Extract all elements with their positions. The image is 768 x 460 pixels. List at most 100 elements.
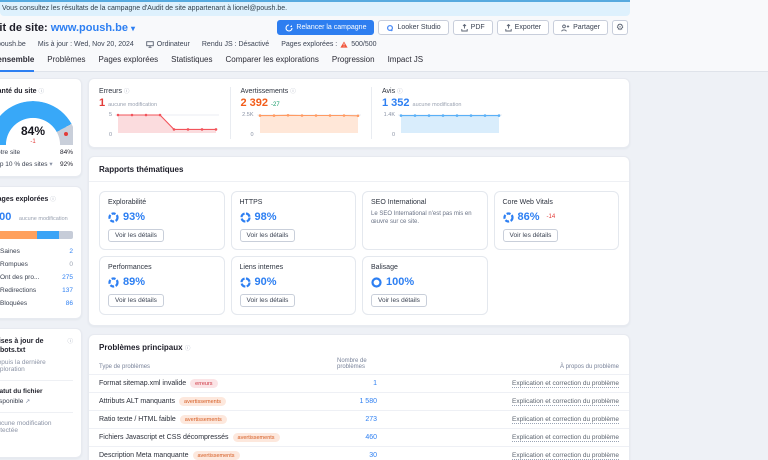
page-title: Audit de site: www.poush.be ▾ (0, 22, 135, 34)
person-plus-icon (561, 24, 570, 32)
kpi-erreurs: Erreurs ⓘ 1 aucune modification 50 (89, 87, 230, 139)
bar-segment (37, 231, 59, 239)
legend-row-rompues: Rompues 0 (0, 258, 73, 271)
tab-statistiques[interactable]: Statistiques (171, 55, 212, 72)
robots-status-label: Statut du fichier (0, 388, 73, 395)
meta-row: poush.be Mis à jour : Wed, Nov 20, 2024 … (0, 41, 377, 48)
issue-about-link[interactable]: Explication et correction du problème (512, 416, 619, 424)
issue-row-sitemap: Format sitemap.xml invalideerreurs 1 Exp… (89, 374, 629, 392)
donut-icon (240, 277, 251, 288)
avertissements-delta: -27 (271, 102, 280, 108)
meta-device: Ordinateur (146, 41, 190, 48)
info-icon[interactable]: ⓘ (397, 89, 403, 95)
top-issues-title: Problèmes principaux ⓘ (89, 343, 629, 352)
info-icon[interactable]: ⓘ (185, 346, 191, 352)
robots-status-link[interactable]: Disponible ↗ (0, 398, 73, 405)
bar-segment (0, 231, 37, 239)
voir-les-details-button[interactable]: Voir les détails (240, 229, 296, 242)
sidebar: Santé du site ⓘ 84% -1 Votre site 84% To… (0, 78, 82, 458)
issue-count-link[interactable]: 1 580 (297, 398, 377, 405)
tab-impact-js[interactable]: Impact JS (388, 55, 424, 72)
issue-about-link[interactable]: Explication et correction du problème (512, 434, 619, 442)
robots-note: Aucune modification détectée (0, 420, 73, 434)
sparkline-chart (398, 112, 502, 138)
bar-segment (59, 231, 73, 239)
voir-les-details-button[interactable]: Voir les détails (503, 229, 559, 242)
export-icon (461, 24, 468, 32)
severity-badge: avertissements (233, 433, 280, 442)
gauge-score: 84% (0, 124, 73, 138)
issue-row-meta: Description Meta manquanteavertissements… (89, 446, 629, 460)
divider (0, 380, 73, 381)
voir-les-details-button[interactable]: Voir les détails (108, 294, 164, 307)
tab-pages-explorees[interactable]: Pages explorées (99, 55, 159, 72)
erreurs-value[interactable]: 1 (99, 97, 105, 109)
report-liens-internes: Liens internes 90% Voir les détails (231, 256, 357, 315)
relaunch-campaign-button[interactable]: Relancer la campagne (277, 20, 374, 35)
chevron-down-icon[interactable]: ▾ (131, 24, 135, 33)
site-audit-screen: Vous consultez les résultats de la campa… (0, 0, 768, 460)
robots-txt-card: Mises à jour de robots.txt ⓘ Depuis la d… (0, 328, 82, 458)
thematic-reports-card: Rapports thématiques Explorabilité 93% V… (88, 156, 630, 326)
voir-les-details-button[interactable]: Voir les détails (371, 294, 427, 307)
legend-row-problemes: Ont des pro... 275 (0, 271, 73, 284)
issue-about-link[interactable]: Explication et correction du problème (512, 380, 619, 388)
info-icon[interactable]: ⓘ (50, 197, 56, 203)
info-icon[interactable]: ⓘ (39, 89, 45, 95)
issue-row-jscss: Fichiers Javascript et CSS décompressésa… (89, 428, 629, 446)
site-health-title: Santé du site ⓘ (0, 87, 73, 95)
export-button[interactable]: Exporter (497, 20, 549, 35)
issue-count-link[interactable]: 460 (297, 434, 377, 441)
share-button[interactable]: Partager (553, 20, 608, 35)
thematic-reports-title: Rapports thématiques (89, 165, 629, 182)
meta-js-rendering: Rendu JS : Désactivé (202, 41, 269, 48)
issue-about-link[interactable]: Explication et correction du problème (512, 398, 619, 406)
tab-problemes[interactable]: Problèmes (47, 55, 85, 72)
issue-count-link[interactable]: 30 (297, 452, 377, 459)
donut-icon (240, 212, 251, 223)
issue-about-link[interactable]: Explication et correction du problème (512, 452, 619, 460)
gear-icon: ⚙ (616, 22, 624, 33)
kpi-card: Erreurs ⓘ 1 aucune modification 50 Avert… (88, 78, 630, 148)
pdf-button[interactable]: PDF (453, 20, 493, 35)
info-icon[interactable]: ⓘ (124, 89, 130, 95)
donut-icon (108, 277, 119, 288)
severity-badge: avertissements (179, 397, 226, 406)
thematic-reports-grid: Explorabilité 93% Voir les détails HTTPS… (99, 191, 619, 315)
pages-stacked-bar (0, 231, 73, 239)
erreurs-sparkline: 50 (99, 112, 220, 138)
tab-bar: Vue d'ensemble Problèmes Pages explorées… (0, 55, 423, 72)
kpi-avertissements: Avertissements ⓘ 2 392 -27 2.5K0 (230, 87, 372, 139)
severity-badge: avertissements (193, 451, 240, 460)
campaign-selector[interactable]: www.poush.be (51, 22, 128, 34)
warning-icon (340, 41, 348, 48)
avis-value[interactable]: 1 352 (382, 97, 410, 109)
tab-vue-densemble[interactable]: Vue d'ensemble (0, 55, 34, 72)
export-icon (505, 24, 512, 32)
health-row-top10: Top 10 % des sites ▾ 92% (0, 160, 73, 168)
voir-les-details-button[interactable]: Voir les détails (108, 229, 164, 242)
severity-badge: avertissements (180, 415, 227, 424)
settings-button[interactable]: ⚙ (612, 20, 628, 35)
looker-studio-button[interactable]: Looker Studio (378, 20, 448, 35)
info-icon[interactable]: ⓘ (290, 89, 296, 95)
avertissements-value[interactable]: 2 392 (241, 97, 269, 109)
pages-legend: Saines 2 Rompues 0 Ont des pro... 275 Re… (0, 245, 73, 310)
pages-crawled-value-row: 500 aucune modification (0, 207, 73, 225)
tab-comparer-les-explorations[interactable]: Comparer les explorations (226, 55, 319, 72)
voir-les-details-button[interactable]: Voir les détails (240, 294, 296, 307)
gauge-marker-dot (64, 132, 68, 136)
top-issues-card: Problèmes principaux ⓘ Type de problèmes… (88, 334, 630, 460)
looker-studio-icon (386, 24, 394, 32)
issue-count-link[interactable]: 1 (297, 380, 377, 387)
meta-pages-crawled: Pages explorées : 500/500 (281, 41, 376, 48)
gauge-delta: -1 (0, 139, 73, 145)
chevron-down-icon[interactable]: ▾ (49, 161, 52, 168)
tab-progression[interactable]: Progression (332, 55, 375, 72)
sparkline-chart (115, 112, 219, 138)
health-row-your-site: Votre site 84% (0, 149, 73, 156)
issue-count-link[interactable]: 273 (297, 416, 377, 423)
info-icon[interactable]: ⓘ (67, 337, 73, 356)
meta-updated: Mis à jour : Wed, Nov 20, 2024 (38, 41, 134, 48)
meta-domain: poush.be (0, 41, 26, 48)
